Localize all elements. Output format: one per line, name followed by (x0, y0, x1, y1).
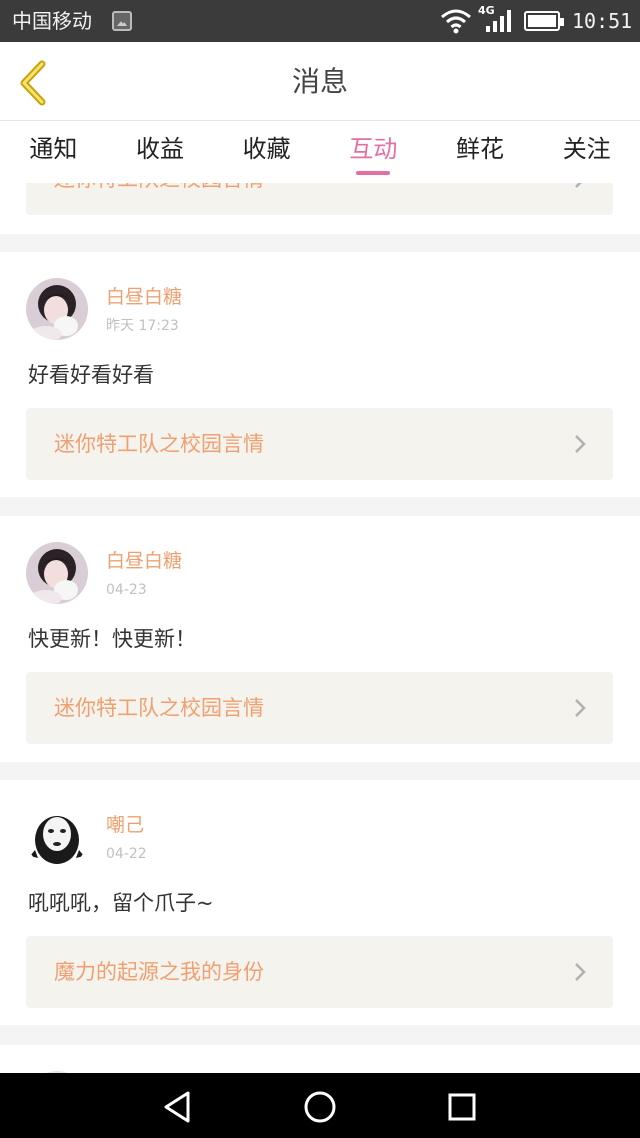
comment-card: 白昼白糖 昨天 17:23 好看好看好看 迷你特工队之校园言情 (0, 252, 640, 497)
story-link[interactable]: 魔力的起源之我的身份 (26, 936, 613, 1008)
comment-card: 白昼白糖 04-23 快更新！快更新！ 迷你特工队之校园言情 (0, 516, 640, 762)
avatar[interactable] (26, 542, 88, 604)
battery-icon (524, 11, 564, 31)
image-notification-icon (112, 11, 132, 31)
tab-interactions[interactable]: 互动 (320, 121, 427, 183)
avatar[interactable] (26, 278, 88, 340)
tab-bar: 通知 收益 收藏 互动 鲜花 关注 (0, 121, 640, 183)
avatar[interactable] (26, 806, 88, 868)
chevron-right-icon (575, 963, 586, 981)
comment-list: 迷你特工队之校园言情 白昼白糖 昨天 17:23 好看好看好看 迷你特工队之校园… (0, 183, 640, 1073)
back-triangle-icon[interactable] (158, 1087, 198, 1127)
wifi-icon (441, 9, 471, 34)
story-title: 魔力的起源之我的身份 (54, 960, 264, 984)
chevron-right-icon (575, 435, 586, 453)
comment-time: 04-22 (106, 846, 147, 862)
story-title: 迷你特工队之校园言情 (54, 696, 264, 720)
story-title: 迷你特工队之校园言情 (54, 432, 264, 456)
tab-following[interactable]: 关注 (533, 121, 640, 183)
comment-text: 吼吼吼，留个爪子~ (28, 891, 214, 915)
header: 消息 (0, 42, 640, 121)
comment-card: 嘲己 04-22 吼吼吼，留个爪子~ 魔力的起源之我的身份 (0, 780, 640, 1025)
clock: 10:51 (572, 9, 633, 33)
tab-favorites[interactable]: 收藏 (213, 121, 320, 183)
home-circle-icon[interactable] (300, 1087, 340, 1127)
comment-time: 昨天 17:23 (106, 318, 179, 334)
comment-text: 好看好看好看 (28, 363, 154, 387)
story-link[interactable]: 迷你特工队之校园言情 (26, 408, 613, 480)
username[interactable]: 白昼白糖 (106, 549, 182, 573)
comment-card (0, 1045, 640, 1073)
signal-icon (486, 10, 511, 32)
tab-earnings[interactable]: 收益 (107, 121, 214, 183)
story-title: 迷你特工队之校园言情 (54, 183, 264, 193)
chevron-right-icon (575, 699, 586, 717)
tab-flowers[interactable]: 鲜花 (427, 121, 534, 183)
status-bar: 中国移动 4G 10:51 (0, 0, 640, 42)
username[interactable]: 白昼白糖 (106, 285, 182, 309)
comment-text: 快更新！快更新！ (28, 627, 196, 651)
username[interactable]: 嘲己 (106, 813, 144, 837)
system-nav-bar (0, 1073, 640, 1138)
carrier-name: 中国移动 (12, 9, 92, 33)
chevron-right-icon (575, 183, 582, 188)
comment-card: 迷你特工队之校园言情 (0, 183, 640, 234)
tab-notifications[interactable]: 通知 (0, 121, 107, 183)
recents-square-icon[interactable] (442, 1087, 482, 1127)
story-link[interactable]: 迷你特工队之校园言情 (26, 672, 613, 744)
story-link[interactable]: 迷你特工队之校园言情 (26, 183, 613, 215)
page-title: 消息 (291, 65, 348, 98)
comment-time: 04-23 (106, 582, 147, 598)
